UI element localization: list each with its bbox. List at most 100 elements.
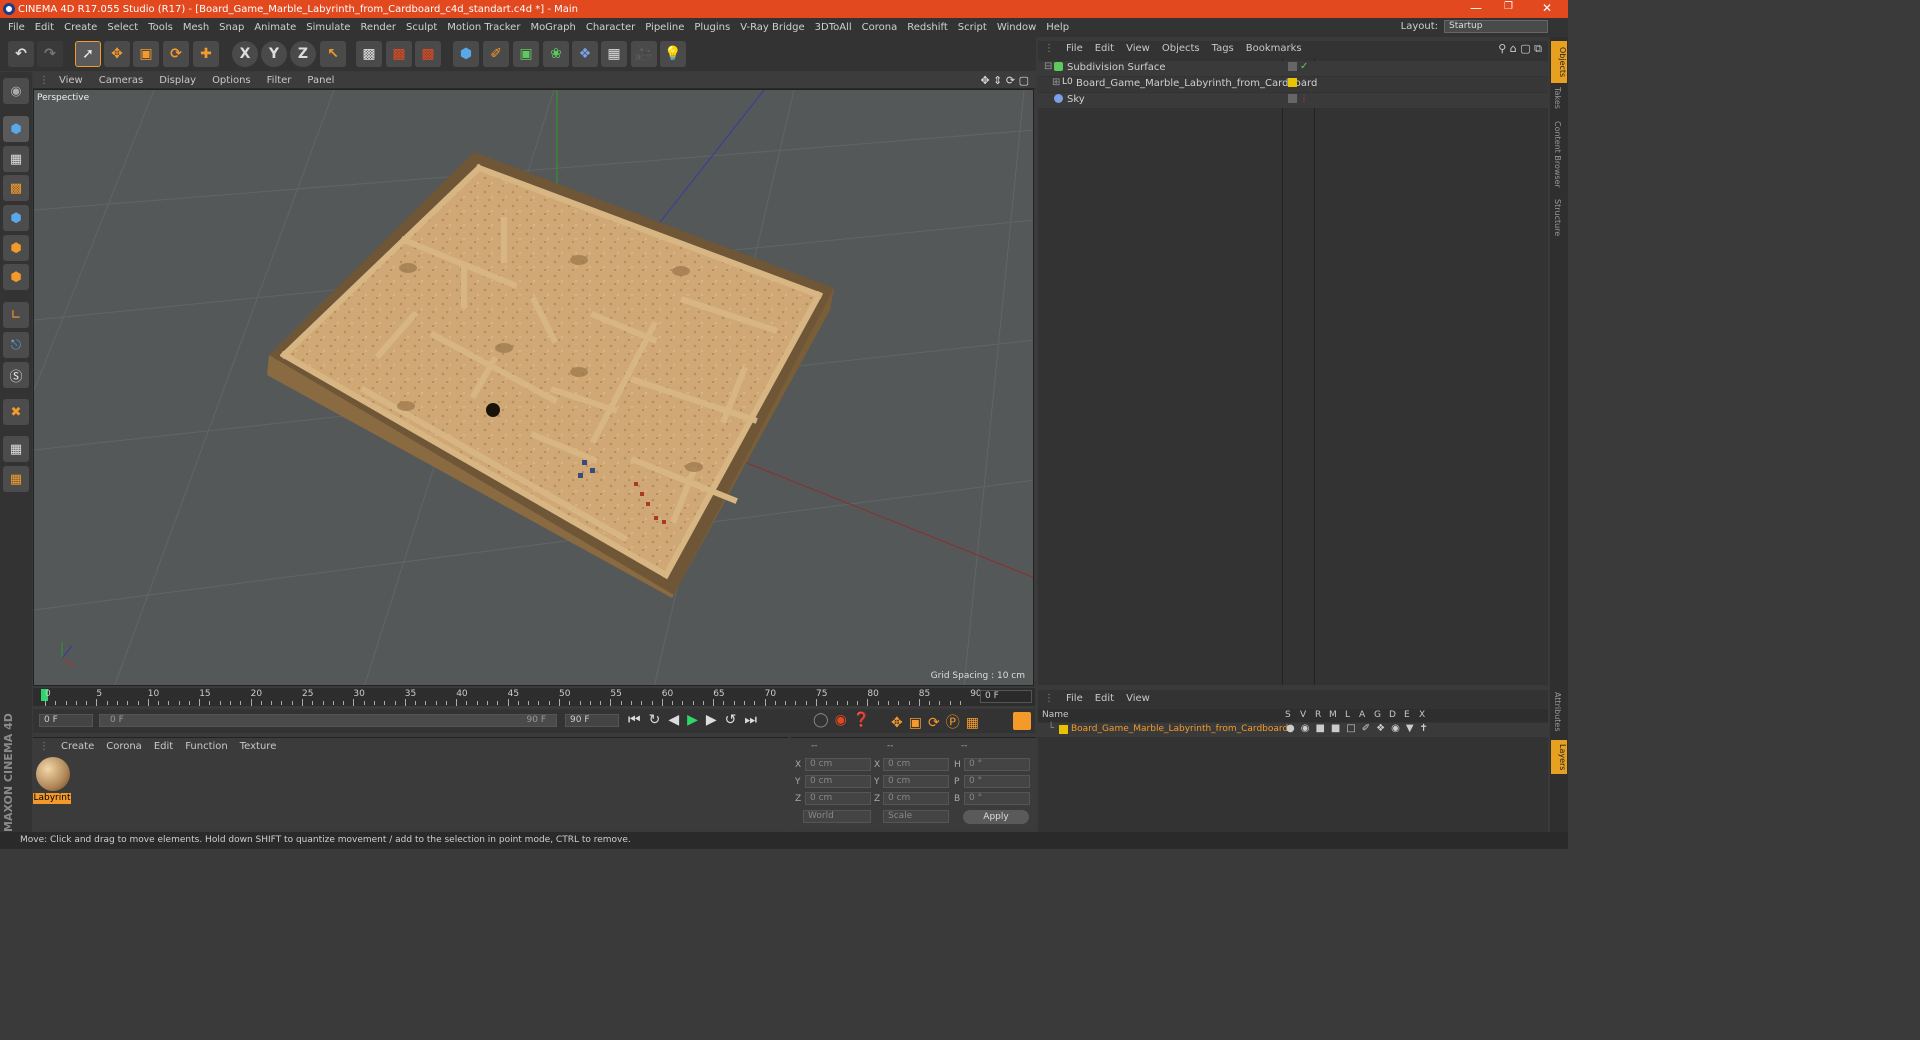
- viewport-menu-filter[interactable]: Filter: [267, 75, 292, 86]
- col-animation[interactable]: A: [1359, 710, 1365, 720]
- floor-scene-icon[interactable]: ▦: [601, 41, 627, 67]
- menu-redshift[interactable]: Redshift: [907, 22, 948, 33]
- move-tool-icon[interactable]: ✥: [104, 41, 130, 67]
- menu-vray-bridge[interactable]: V-Ray Bridge: [740, 22, 804, 33]
- layer-color-icon[interactable]: [1059, 725, 1068, 734]
- menu-character[interactable]: Character: [586, 22, 635, 33]
- menu-script[interactable]: Script: [958, 22, 987, 33]
- layer-name[interactable]: Board_Game_Marble_Labyrinth_from_Cardboa…: [1071, 724, 1288, 734]
- tab-structure[interactable]: Structure: [1553, 199, 1562, 236]
- object-name[interactable]: Subdivision Surface: [1067, 62, 1166, 73]
- frame-range-slider[interactable]: 0 F 90 F: [99, 714, 557, 727]
- render-settings-icon[interactable]: ▩: [415, 41, 441, 67]
- record-controls[interactable]: ◯◉❓: [813, 712, 876, 728]
- points-mode-icon[interactable]: ⬢: [3, 205, 29, 231]
- transform-mode-dropdown[interactable]: Scale: [883, 810, 949, 823]
- object-name[interactable]: Board_Game_Marble_Labyrinth_from_Cardboa…: [1076, 78, 1317, 89]
- objects-menu-objects[interactable]: Objects: [1162, 43, 1200, 54]
- tab-takes[interactable]: Takes: [1553, 87, 1562, 109]
- viewport-menu-options[interactable]: Options: [212, 75, 251, 86]
- locked-workplane-icon[interactable]: ▦: [3, 436, 29, 462]
- timeline-window-icon[interactable]: [1013, 712, 1031, 730]
- rotation-b-field[interactable]: 0 °: [964, 792, 1030, 805]
- col-expressions[interactable]: E: [1404, 710, 1410, 720]
- position-y-field[interactable]: 0 cm: [805, 775, 871, 788]
- texture-mode-icon[interactable]: ▦: [3, 146, 29, 172]
- light-icon[interactable]: 💡: [660, 41, 686, 67]
- perspective-viewport[interactable]: Perspective Grid Spacing: 10 cm: [33, 89, 1034, 686]
- tab-objects[interactable]: Objects: [1551, 41, 1567, 83]
- menu-tools[interactable]: Tools: [148, 22, 173, 33]
- menu-animate[interactable]: Animate: [254, 22, 296, 33]
- subdivision-surface-icon[interactable]: ▣: [513, 41, 539, 67]
- layer-color-icon[interactable]: [1288, 78, 1297, 87]
- menu-select[interactable]: Select: [107, 22, 138, 33]
- menu-snap[interactable]: Snap: [219, 22, 244, 33]
- model-mode-icon[interactable]: ⬢: [3, 116, 29, 142]
- edges-mode-icon[interactable]: ⬢: [3, 235, 29, 261]
- cube-primitive-icon[interactable]: ⬢: [453, 41, 479, 67]
- object-row[interactable]: ⊟ Subdivision Surface ✓: [1038, 61, 1548, 76]
- layer-tag-icon[interactable]: [1288, 62, 1297, 71]
- coordinate-space-dropdown[interactable]: World: [803, 810, 871, 823]
- enabled-check-icon[interactable]: ✓: [1300, 61, 1308, 72]
- scale-tool-icon[interactable]: ▣: [133, 41, 159, 67]
- material-menu-function[interactable]: Function: [185, 741, 228, 752]
- menu-pipeline[interactable]: Pipeline: [645, 22, 684, 33]
- col-name[interactable]: Name: [1042, 710, 1069, 720]
- viewport-navigation-icons[interactable]: ✥ ⇕ ⟳ ▢: [980, 74, 1029, 87]
- workplane-mode-icon[interactable]: ▩: [3, 175, 29, 201]
- y-axis-lock-button[interactable]: Y: [261, 41, 287, 67]
- tab-content-browser[interactable]: Content Browser: [1553, 121, 1562, 188]
- viewport-menu-panel[interactable]: Panel: [307, 75, 334, 86]
- visibility-dots-icon[interactable]: ⋮: [1300, 78, 1308, 87]
- menu-mograph[interactable]: MoGraph: [530, 22, 575, 33]
- camera-icon[interactable]: 🎥: [631, 41, 657, 67]
- start-frame-field[interactable]: 0 F: [39, 714, 93, 727]
- menu-plugins[interactable]: Plugins: [694, 22, 730, 33]
- menu-motion-tracker[interactable]: Motion Tracker: [447, 22, 520, 33]
- live-selection-icon[interactable]: ➚: [75, 41, 101, 67]
- col-view[interactable]: V: [1300, 710, 1306, 720]
- menu-file[interactable]: File: [8, 22, 25, 33]
- apply-button[interactable]: Apply: [963, 810, 1029, 824]
- play-icon[interactable]: ▶: [687, 712, 706, 728]
- objects-menu-edit[interactable]: Edit: [1095, 43, 1114, 54]
- menu-simulate[interactable]: Simulate: [306, 22, 350, 33]
- end-frame-field[interactable]: 90 F: [565, 714, 619, 727]
- minimize-icon[interactable]: —: [1470, 1, 1482, 15]
- rotation-p-field[interactable]: 0 °: [964, 775, 1030, 788]
- col-deformers[interactable]: D: [1389, 710, 1396, 720]
- playback-controls[interactable]: ⏮↻◀▶▶↺⏭: [628, 712, 765, 728]
- x-axis-lock-button[interactable]: X: [232, 41, 258, 67]
- render-view-icon[interactable]: ▩: [356, 41, 382, 67]
- layers-menu-view[interactable]: View: [1126, 693, 1150, 704]
- expand-icon[interactable]: ⊟: [1044, 61, 1052, 72]
- col-manager[interactable]: M: [1329, 710, 1337, 720]
- objects-menu-bookmarks[interactable]: Bookmarks: [1246, 43, 1302, 54]
- menu-help[interactable]: Help: [1046, 22, 1069, 33]
- viewport-menu-cameras[interactable]: Cameras: [99, 75, 143, 86]
- redo-icon[interactable]: ↷: [37, 41, 63, 67]
- menu-corona[interactable]: Corona: [862, 22, 898, 33]
- object-manager-search-icons[interactable]: ⚲ ⌂ ▢ ⧉: [1498, 42, 1542, 56]
- keyframe-mode-controls[interactable]: ✥▣⟳Ⓟ▦: [891, 712, 985, 732]
- material-menu-corona[interactable]: Corona: [106, 741, 142, 752]
- tab-attributes[interactable]: Attributes: [1553, 692, 1562, 732]
- col-xref[interactable]: X: [1419, 710, 1425, 720]
- viewport-menu-display[interactable]: Display: [159, 75, 196, 86]
- size-x-field[interactable]: 0 cm: [883, 758, 949, 771]
- layers-menu-file[interactable]: File: [1066, 693, 1083, 704]
- rotation-h-field[interactable]: 0 °: [964, 758, 1030, 771]
- visibility-dots-icon[interactable]: ⋮: [1300, 94, 1308, 103]
- axis-mode-icon[interactable]: ∟: [3, 302, 29, 328]
- timeline-ruler[interactable]: 0 5 10 15 20 25 30 35 40 45 50 55 60 65 70 75 80 85 90 0 F: [33, 688, 1035, 706]
- menu-window[interactable]: Window: [997, 22, 1036, 33]
- snap-icon[interactable]: Ⓢ: [3, 362, 29, 388]
- menu-render[interactable]: Render: [360, 22, 396, 33]
- col-render[interactable]: R: [1315, 710, 1321, 720]
- position-x-field[interactable]: 0 cm: [805, 758, 871, 771]
- menu-edit[interactable]: Edit: [35, 22, 54, 33]
- restore-icon[interactable]: ❐: [1504, 1, 1513, 12]
- objects-menu-view[interactable]: View: [1126, 43, 1150, 54]
